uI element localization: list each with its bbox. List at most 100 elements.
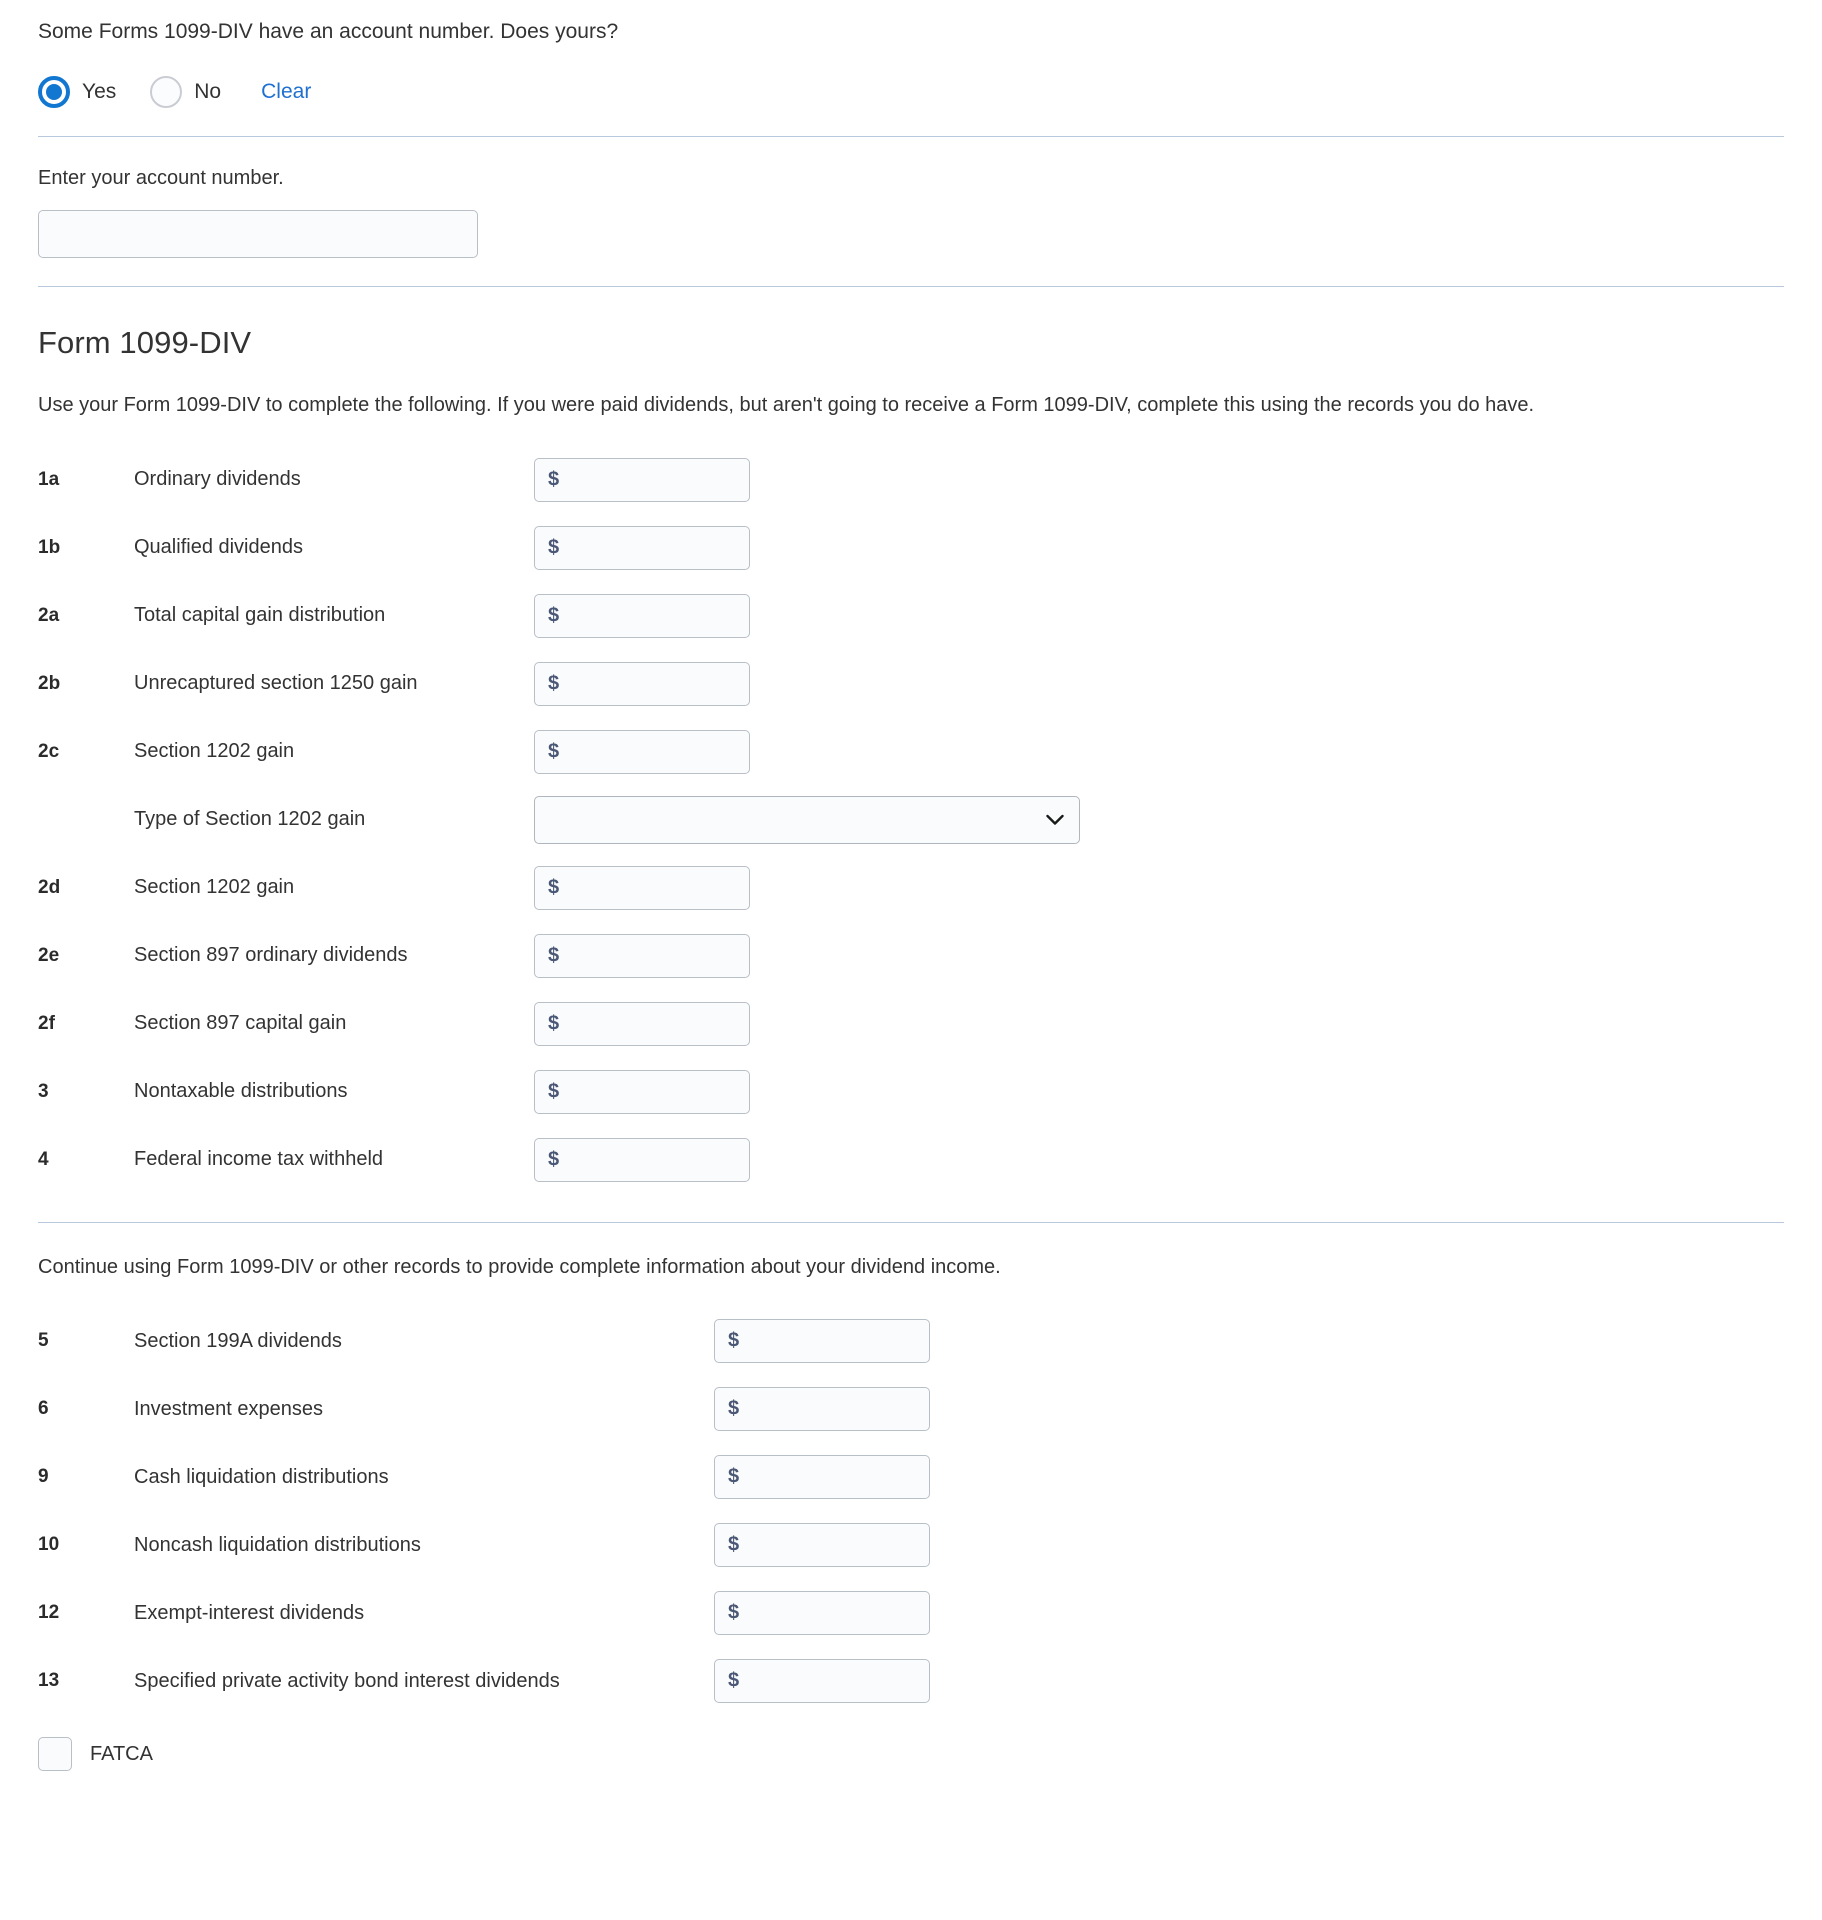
amount-input-2c[interactable]	[534, 730, 750, 774]
amount-input-1a[interactable]	[534, 458, 750, 502]
amount-input-9[interactable]	[714, 1455, 930, 1499]
account-number-input-section: Enter your account number.	[0, 167, 1822, 258]
form-lines-bottom: 5 Section 199A dividends $ 6 Investment …	[38, 1307, 1784, 1715]
line-number: 2f	[38, 1013, 134, 1035]
line-number: 2b	[38, 673, 134, 695]
line-label: Section 199A dividends	[134, 1330, 714, 1353]
money-field-wrapper: $	[714, 1591, 930, 1635]
amount-input-2a[interactable]	[534, 594, 750, 638]
line-row-1b: 1b Qualified dividends $	[38, 514, 1784, 582]
amount-input-10[interactable]	[714, 1523, 930, 1567]
line-row-3: 3 Nontaxable distributions $	[38, 1058, 1784, 1126]
account-number-radio-group: Yes No Clear	[38, 76, 1784, 108]
continue-text: Continue using Form 1099-DIV or other re…	[38, 1253, 1784, 1281]
amount-input-2d[interactable]	[534, 866, 750, 910]
line-label: Type of Section 1202 gain	[134, 808, 534, 831]
line-label: Qualified dividends	[134, 536, 534, 559]
amount-input-4[interactable]	[534, 1138, 750, 1182]
amount-input-12[interactable]	[714, 1591, 930, 1635]
line-label: Ordinary dividends	[134, 468, 534, 491]
line-row-gain-type: Type of Section 1202 gain	[38, 786, 1784, 854]
line-number: 1a	[38, 469, 134, 491]
line-label: Section 897 ordinary dividends	[134, 944, 534, 967]
account-number-label: Enter your account number.	[38, 167, 1784, 190]
line-label: Noncash liquidation distributions	[134, 1534, 714, 1557]
money-field-wrapper: $	[714, 1455, 930, 1499]
amount-input-1b[interactable]	[534, 526, 750, 570]
clear-link[interactable]: Clear	[261, 80, 311, 104]
line-label: Unrecaptured section 1250 gain	[134, 672, 534, 695]
form-1099-div-section: Form 1099-DIV Use your Form 1099-DIV to …	[0, 325, 1822, 1193]
line-row-5: 5 Section 199A dividends $	[38, 1307, 1784, 1375]
money-field-wrapper: $	[534, 662, 750, 706]
line-number: 3	[38, 1081, 134, 1103]
line-number: 2a	[38, 605, 134, 627]
divider-after-question	[38, 136, 1784, 137]
line-number: 2e	[38, 945, 134, 967]
line-row-10: 10 Noncash liquidation distributions $	[38, 1511, 1784, 1579]
money-field-wrapper: $	[534, 594, 750, 638]
money-field-wrapper: $	[534, 866, 750, 910]
line-label: Specified private activity bond interest…	[134, 1670, 714, 1693]
line-label: Federal income tax withheld	[134, 1148, 534, 1171]
line-label: Investment expenses	[134, 1398, 714, 1421]
line-label: Nontaxable distributions	[134, 1080, 534, 1103]
gain-type-select[interactable]	[534, 796, 1080, 844]
line-row-2d: 2d Section 1202 gain $	[38, 854, 1784, 922]
line-row-2b: 2b Unrecaptured section 1250 gain $	[38, 650, 1784, 718]
fatca-row: FATCA	[38, 1737, 1784, 1771]
line-number: 10	[38, 1534, 134, 1556]
line-label: Exempt-interest dividends	[134, 1602, 714, 1625]
line-number: 9	[38, 1466, 134, 1488]
line-row-6: 6 Investment expenses $	[38, 1375, 1784, 1443]
money-field-wrapper: $	[534, 1070, 750, 1114]
account-number-input[interactable]	[38, 210, 478, 258]
form-lines-top: 1a Ordinary dividends $ 1b Qualified div…	[38, 446, 1784, 1194]
radio-no-label: No	[194, 80, 221, 104]
divider-after-account-number	[38, 286, 1784, 287]
line-number: 13	[38, 1670, 134, 1692]
amount-input-2e[interactable]	[534, 934, 750, 978]
money-field-wrapper: $	[534, 730, 750, 774]
fatca-label: FATCA	[90, 1743, 153, 1766]
line-label: Section 1202 gain	[134, 876, 534, 899]
line-row-2c: 2c Section 1202 gain $	[38, 718, 1784, 786]
amount-input-2f[interactable]	[534, 1002, 750, 1046]
radio-yes-label: Yes	[82, 80, 116, 104]
amount-input-5[interactable]	[714, 1319, 930, 1363]
divider-before-continue	[38, 1222, 1784, 1223]
select-wrapper	[534, 796, 1080, 844]
line-number: 1b	[38, 537, 134, 559]
line-number: 5	[38, 1330, 134, 1352]
line-number: 6	[38, 1398, 134, 1420]
money-field-wrapper: $	[534, 1002, 750, 1046]
line-row-2e: 2e Section 897 ordinary dividends $	[38, 922, 1784, 990]
form-intro-text: Use your Form 1099-DIV to complete the f…	[38, 391, 1738, 419]
line-label: Total capital gain distribution	[134, 604, 534, 627]
line-label: Section 1202 gain	[134, 740, 534, 763]
line-label: Section 897 capital gain	[134, 1012, 534, 1035]
page-title: Form 1099-DIV	[38, 325, 1784, 361]
money-field-wrapper: $	[714, 1523, 930, 1567]
radio-option-no[interactable]: No	[150, 76, 221, 108]
fatca-checkbox[interactable]	[38, 1737, 72, 1771]
amount-input-6[interactable]	[714, 1387, 930, 1431]
radio-option-yes[interactable]: Yes	[38, 76, 116, 108]
line-number: 12	[38, 1602, 134, 1624]
amount-input-13[interactable]	[714, 1659, 930, 1703]
line-number: 2c	[38, 741, 134, 763]
amount-input-2b[interactable]	[534, 662, 750, 706]
money-field-wrapper: $	[714, 1659, 930, 1703]
line-row-13: 13 Specified private activity bond inter…	[38, 1647, 1784, 1715]
continue-section: Continue using Form 1099-DIV or other re…	[0, 1253, 1822, 1771]
money-field-wrapper: $	[534, 1138, 750, 1182]
account-number-question-text: Some Forms 1099-DIV have an account numb…	[38, 0, 1784, 46]
radio-yes-icon[interactable]	[38, 76, 70, 108]
line-row-2a: 2a Total capital gain distribution $	[38, 582, 1784, 650]
amount-input-3[interactable]	[534, 1070, 750, 1114]
money-field-wrapper: $	[534, 934, 750, 978]
radio-no-icon[interactable]	[150, 76, 182, 108]
line-number: 4	[38, 1149, 134, 1171]
line-row-1a: 1a Ordinary dividends $	[38, 446, 1784, 514]
line-row-4: 4 Federal income tax withheld $	[38, 1126, 1784, 1194]
